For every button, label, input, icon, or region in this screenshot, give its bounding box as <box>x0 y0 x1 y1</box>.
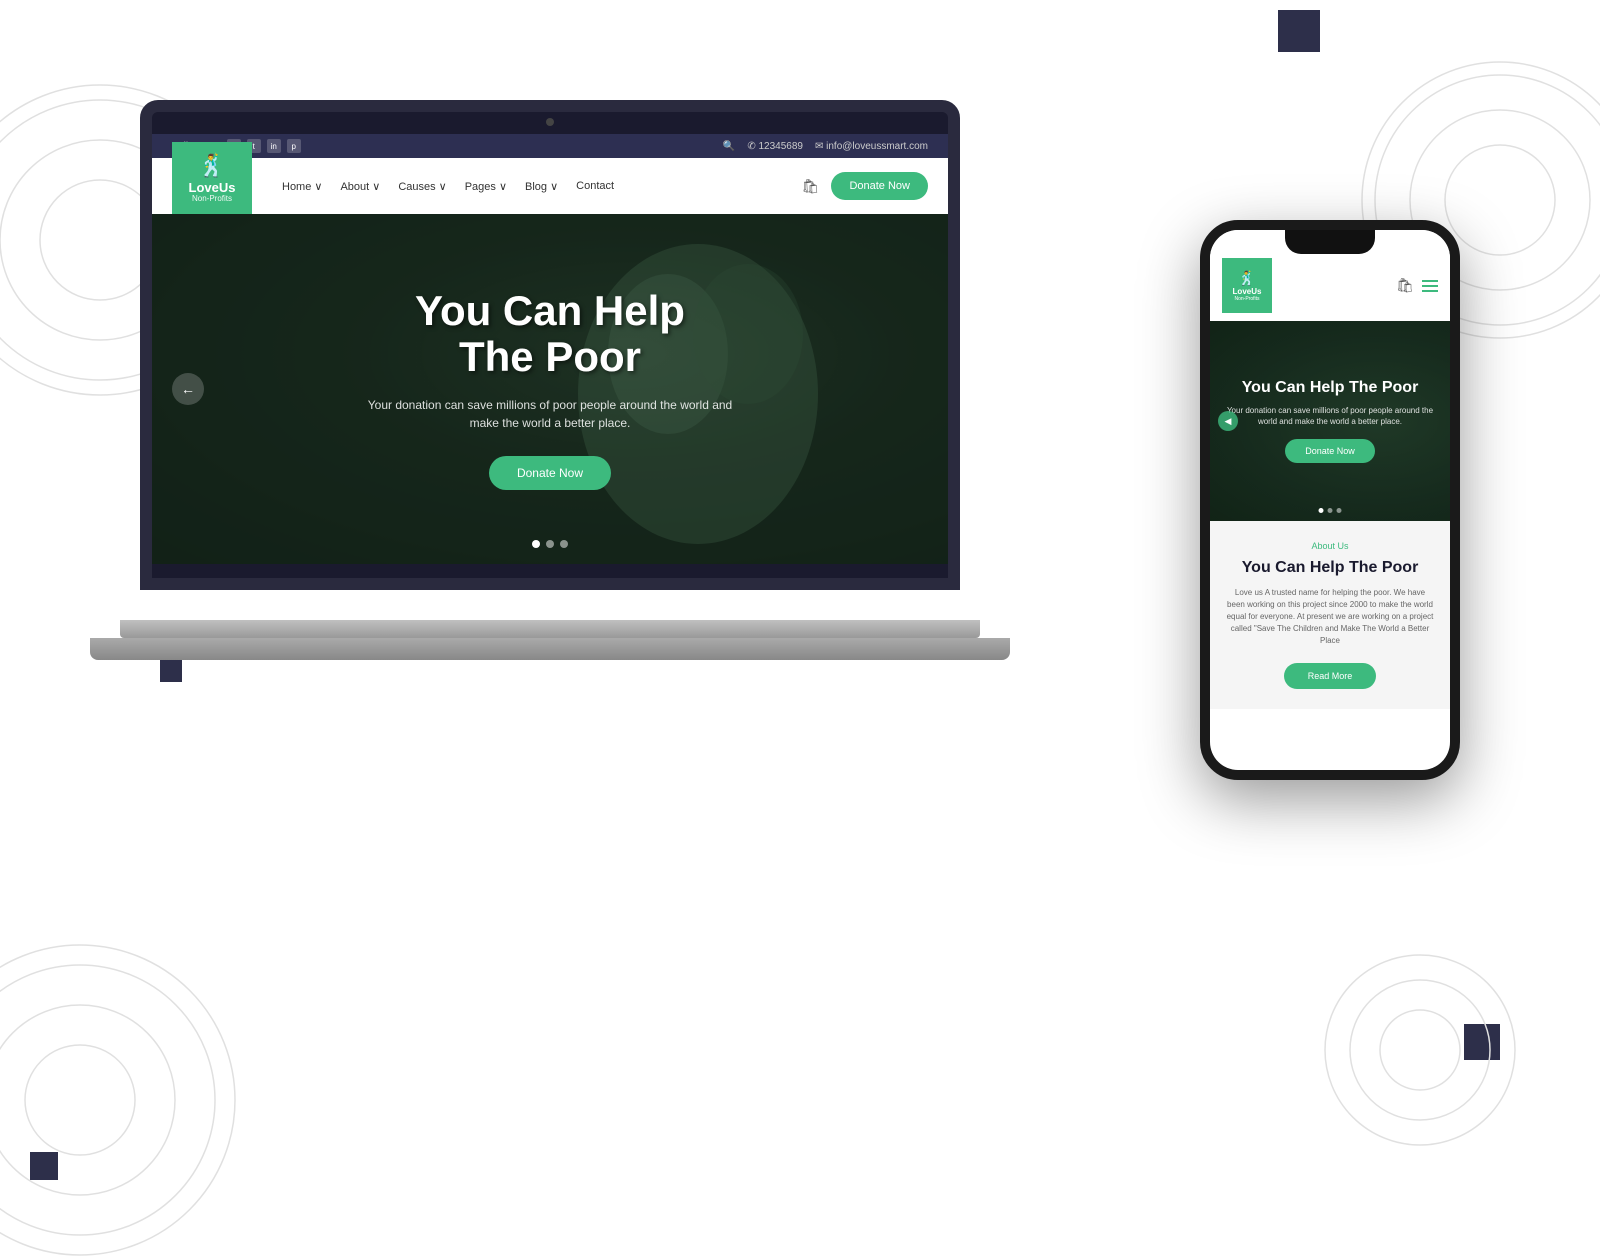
phone-hero-dots <box>1319 508 1342 513</box>
phone-about-section: About Us You Can Help The Poor Love us A… <box>1210 521 1450 709</box>
hero-dot-1[interactable] <box>532 540 540 548</box>
hero-dot-2[interactable] <box>546 540 554 548</box>
nav-logo: 🕺 LoveUs Non-Profits <box>172 142 252 214</box>
phone-screen: 🕺 LoveUs Non-Profits 🛍 <box>1210 230 1450 770</box>
phone-logo: 🕺 LoveUs Non-Profits <box>1222 258 1272 313</box>
phone-number: ✆ 12345689 <box>747 141 803 152</box>
phone-hero-title: You Can Help The Poor <box>1226 379 1434 397</box>
menu-line-3 <box>1422 290 1438 292</box>
phone-menu-icon[interactable] <box>1422 280 1438 292</box>
phone-header-icons: 🛍 <box>1396 277 1438 294</box>
phone-read-more-button[interactable]: Read More <box>1284 663 1377 689</box>
hero-content: You Can HelpThe Poor Your donation can s… <box>360 288 740 490</box>
laptop-base <box>120 620 980 638</box>
nav-about[interactable]: About ∨ <box>340 180 380 193</box>
laptop-device: Follow Us: f t in p 🔍 ✆ 1234568 <box>120 100 980 660</box>
phone-logo-icon: 🕺 <box>1238 270 1255 287</box>
linkedin-icon[interactable]: in <box>267 139 281 153</box>
phone-logo-name: LoveUs <box>1233 287 1262 296</box>
phone-dot-3[interactable] <box>1337 508 1342 513</box>
nav-contact[interactable]: Contact <box>576 180 614 192</box>
phone-prev-button[interactable]: ◀ <box>1218 411 1238 431</box>
phone-hero-content: You Can Help The Poor Your donation can … <box>1210 379 1450 463</box>
cart-icon[interactable]: 🛍 <box>802 178 820 195</box>
phone-hero-section: ◀ You Can Help The Poor Your donation ca… <box>1210 321 1450 521</box>
logo-icon: 🕺 <box>198 153 225 179</box>
phone-hero-subtitle: Your donation can save millions of poor … <box>1226 405 1434 427</box>
hero-dot-3[interactable] <box>560 540 568 548</box>
nav-donate-button[interactable]: Donate Now <box>831 172 928 200</box>
hero-title: You Can HelpThe Poor <box>360 288 740 380</box>
phone-notch <box>1285 230 1375 254</box>
phone-logo-tagline: Non-Profits <box>1234 296 1259 302</box>
nav-pages[interactable]: Pages ∨ <box>465 180 507 193</box>
phone-device: 🕺 LoveUs Non-Profits 🛍 <box>1200 220 1460 790</box>
logo-name: LoveUs <box>189 181 236 194</box>
nav-items: Home ∨ About ∨ Causes ∨ Pages ∨ Blog ∨ C… <box>282 180 802 193</box>
menu-line-2 <box>1422 285 1438 287</box>
nav-blog[interactable]: Blog ∨ <box>525 180 558 193</box>
hero-prev-button[interactable]: ← <box>172 373 204 405</box>
page-wrapper: Follow Us: f t in p 🔍 ✆ 1234568 <box>0 0 1600 1200</box>
laptop-screen-inner: Follow Us: f t in p 🔍 ✆ 1234568 <box>152 134 948 578</box>
nav-causes[interactable]: Causes ∨ <box>398 180 446 193</box>
nav-home[interactable]: Home ∨ <box>282 180 322 193</box>
nav-actions: 🛍 Donate Now <box>802 172 928 200</box>
phone-donate-button[interactable]: Donate Now <box>1285 439 1375 463</box>
laptop-bottom-bar <box>90 638 1010 660</box>
hero-dots <box>532 540 568 548</box>
menu-line-1 <box>1422 280 1438 282</box>
search-icon[interactable]: 🔍 <box>723 141 735 152</box>
phone-about-text: Love us A trusted name for helping the p… <box>1226 587 1434 647</box>
email-address: ✉ info@loveussmart.com <box>815 141 928 152</box>
top-bar-right: 🔍 ✆ 12345689 ✉ info@loveussmart.com <box>723 141 928 152</box>
phone-dot-2[interactable] <box>1328 508 1333 513</box>
pinterest-icon[interactable]: p <box>287 139 301 153</box>
phone-about-tag: About Us <box>1226 541 1434 551</box>
phone-cart-icon[interactable]: 🛍 <box>1396 277 1414 294</box>
top-bar: Follow Us: f t in p 🔍 ✆ 1234568 <box>152 134 948 158</box>
main-nav: 🕺 LoveUs Non-Profits Home ∨ About ∨ Caus… <box>152 158 948 214</box>
laptop-body: Follow Us: f t in p 🔍 ✆ 1234568 <box>120 100 980 620</box>
laptop-screen-outer: Follow Us: f t in p 🔍 ✆ 1234568 <box>140 100 960 590</box>
website-content: Follow Us: f t in p 🔍 ✆ 1234568 <box>152 134 948 578</box>
hero-subtitle: Your donation can save millions of poor … <box>360 396 740 432</box>
logo-tagline: Non-Profits <box>192 194 232 203</box>
phone-about-title: You Can Help The Poor <box>1226 559 1434 577</box>
hero-section: ← You Can HelpThe Poor Your donation can… <box>152 214 948 564</box>
hero-donate-button[interactable]: Donate Now <box>489 456 611 490</box>
phone-body: 🕺 LoveUs Non-Profits 🛍 <box>1200 220 1460 780</box>
laptop-camera <box>546 118 554 126</box>
phone-dot-1[interactable] <box>1319 508 1324 513</box>
